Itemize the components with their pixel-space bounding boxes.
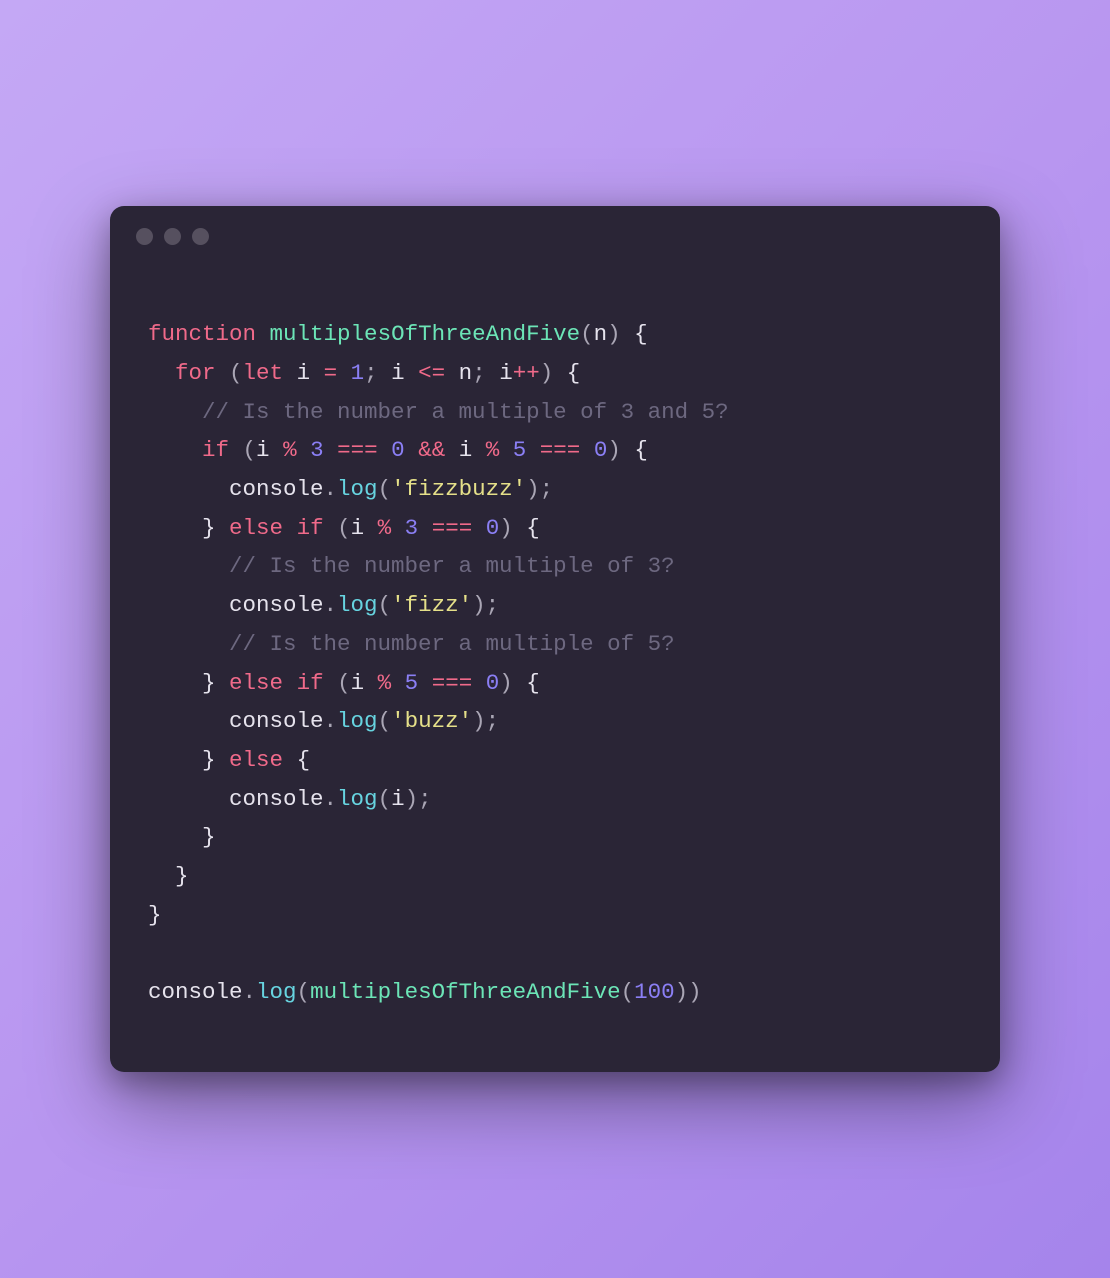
code-line-12: } else { <box>148 747 310 773</box>
code-line-11: console.log('buzz'); <box>148 708 499 734</box>
code-line-4: if (i % 3 === 0 && i % 5 === 0) { <box>148 437 648 463</box>
code-line-16: } <box>148 902 162 928</box>
code-line-5: console.log('fizzbuzz'); <box>148 476 553 502</box>
code-line-18: console.log(multiplesOfThreeAndFive(100)… <box>148 979 702 1005</box>
code-line-14: } <box>148 824 216 850</box>
traffic-light-minimize-icon[interactable] <box>164 228 181 245</box>
window-titlebar <box>110 206 1000 267</box>
code-line-15: } <box>148 863 189 889</box>
code-editor[interactable]: function multiplesOfThreeAndFive(n) { fo… <box>110 267 1000 1071</box>
code-line-3: // Is the number a multiple of 3 and 5? <box>148 399 729 425</box>
code-line-10: } else if (i % 5 === 0) { <box>148 670 540 696</box>
code-line-9: // Is the number a multiple of 5? <box>148 631 675 657</box>
code-line-8: console.log('fizz'); <box>148 592 499 618</box>
code-line-13: console.log(i); <box>148 786 432 812</box>
code-line-2: for (let i = 1; i <= n; i++) { <box>148 360 580 386</box>
code-line-1: function multiplesOfThreeAndFive(n) { <box>148 321 648 347</box>
traffic-light-maximize-icon[interactable] <box>192 228 209 245</box>
traffic-light-close-icon[interactable] <box>136 228 153 245</box>
code-window: function multiplesOfThreeAndFive(n) { fo… <box>110 206 1000 1071</box>
code-line-7: // Is the number a multiple of 3? <box>148 553 675 579</box>
code-line-6: } else if (i % 3 === 0) { <box>148 515 540 541</box>
